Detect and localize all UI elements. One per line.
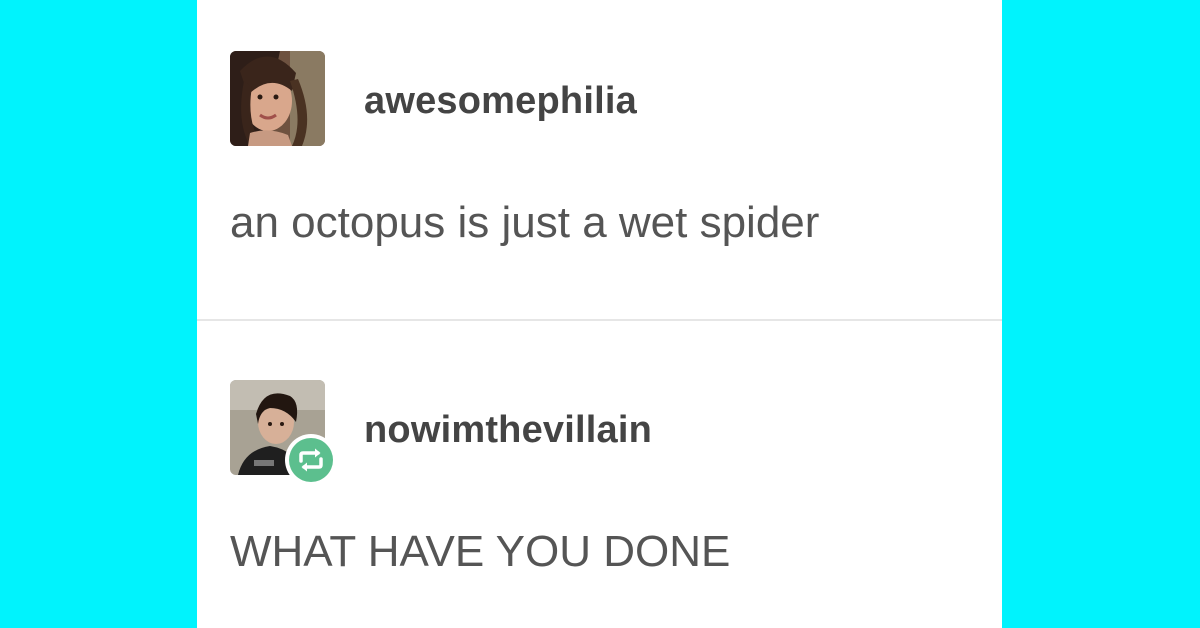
post-text: WHAT HAVE YOU DONE	[230, 527, 731, 576]
post-awesomephilia: awesomephilia an octopus is just a wet s…	[197, 0, 1002, 319]
post-username[interactable]: awesomephilia	[364, 80, 637, 123]
post-thread-card: awesomephilia an octopus is just a wet s…	[197, 0, 1002, 628]
reblog-badge	[285, 434, 337, 486]
avatar-awesomephilia[interactable]	[230, 51, 325, 146]
post-nowimthevillain: nowimthevillain WHAT HAVE YOU DONE	[197, 321, 1002, 628]
post-username[interactable]: nowimthevillain	[364, 409, 652, 452]
reblog-icon	[299, 448, 323, 472]
post-text: an octopus is just a wet spider	[230, 198, 820, 247]
